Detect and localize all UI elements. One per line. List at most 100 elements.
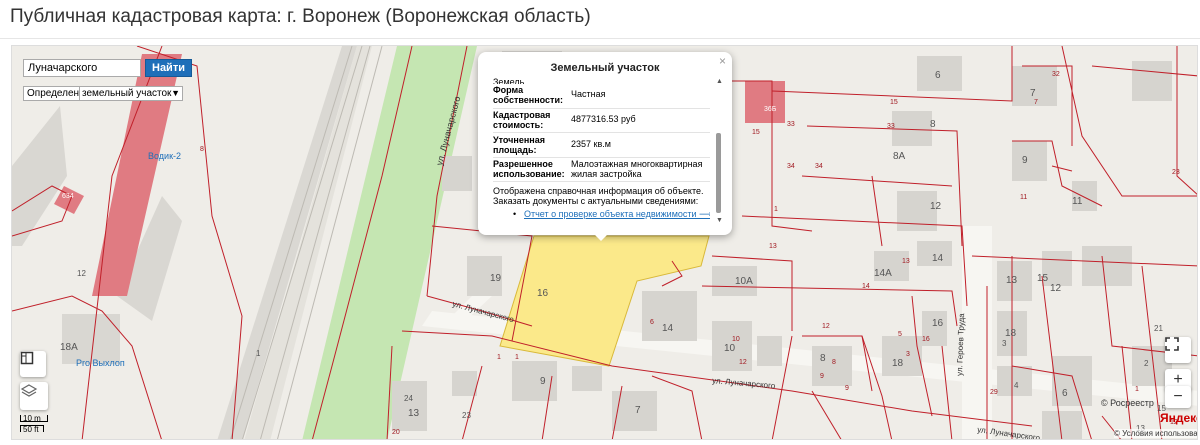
- svg-text:8: 8: [200, 146, 204, 153]
- svg-text:18: 18: [1005, 328, 1017, 339]
- svg-text:13: 13: [1006, 275, 1018, 286]
- svg-text:16: 16: [932, 318, 944, 329]
- layers-icon: [20, 384, 38, 397]
- svg-text:10A: 10A: [735, 276, 753, 287]
- svg-text:15: 15: [752, 129, 760, 136]
- svg-text:33: 33: [887, 123, 895, 130]
- svg-text:2: 2: [1144, 359, 1149, 368]
- popup-pointer: [594, 234, 608, 241]
- svg-text:20: 20: [392, 429, 400, 436]
- ruler-icon: [20, 351, 34, 365]
- svg-text:33: 33: [787, 121, 795, 128]
- svg-text:16: 16: [537, 288, 549, 299]
- svg-text:18A: 18A: [60, 342, 78, 353]
- svg-text:14A: 14A: [874, 268, 892, 279]
- search-input[interactable]: [23, 59, 141, 77]
- svg-text:3: 3: [906, 351, 910, 358]
- svg-text:1: 1: [497, 354, 501, 361]
- svg-text:34: 34: [787, 163, 795, 170]
- popup-row: Кадастровая стоимость: 4877316.53 руб: [493, 110, 710, 133]
- definition-select-value: земельный участок: [82, 88, 172, 99]
- terms-link[interactable]: © Условия использования: [1114, 429, 1197, 438]
- map-viewport[interactable]: ул. Луначарского ул. Луначарского ул. Лу…: [11, 45, 1198, 440]
- svg-text:8A: 8A: [893, 151, 906, 162]
- definition-select[interactable]: земельный участок ▼: [79, 86, 183, 101]
- svg-text:1: 1: [774, 206, 778, 213]
- scale-imperial: 50 ft: [20, 425, 44, 434]
- svg-text:15: 15: [890, 99, 898, 106]
- svg-text:13: 13: [408, 408, 420, 419]
- scrollbar-thumb[interactable]: [716, 133, 721, 213]
- svg-text:6: 6: [935, 70, 941, 81]
- svg-text:1: 1: [256, 349, 261, 358]
- svg-text:12: 12: [930, 201, 942, 212]
- svg-text:8: 8: [832, 359, 836, 366]
- search-button[interactable]: Найти: [145, 59, 192, 77]
- popup-title: Земельный участок: [550, 62, 660, 74]
- page-title: Публичная кадастровая карта: г. Воронеж …: [10, 6, 591, 27]
- poi-label: Pro Выхлоп: [76, 358, 125, 368]
- svg-text:29: 29: [990, 389, 998, 396]
- report-link[interactable]: Отчет о проверке объекта недвижимости ⟶: [524, 209, 710, 220]
- svg-text:1: 1: [515, 354, 519, 361]
- svg-text:24: 24: [404, 394, 413, 403]
- popup-cut-label: Земель: [493, 78, 525, 84]
- svg-text:9: 9: [1022, 155, 1028, 166]
- scale-metric: 10 m: [20, 415, 48, 423]
- svg-text:34: 34: [815, 163, 823, 170]
- svg-text:6: 6: [1062, 388, 1068, 399]
- fullscreen-button[interactable]: [1165, 337, 1191, 363]
- svg-text:6: 6: [650, 319, 654, 326]
- svg-text:1: 1: [1135, 386, 1139, 393]
- yandex-logo[interactable]: Яндекс: [1160, 411, 1197, 425]
- svg-text:16: 16: [922, 336, 930, 343]
- svg-text:4: 4: [1014, 381, 1019, 390]
- svg-text:13: 13: [769, 243, 777, 250]
- chevron-down-icon: ▼: [171, 88, 180, 98]
- scroll-down-icon[interactable]: ▼: [716, 217, 723, 224]
- svg-text:21: 21: [1154, 324, 1163, 333]
- svg-text:634: 634: [62, 193, 74, 200]
- popup-note: Отображена справочная информация об объе…: [493, 186, 704, 206]
- svg-text:9: 9: [540, 376, 546, 387]
- poi-label: Водик-2: [148, 151, 181, 161]
- popup-row: Уточненная площадь: 2357 кв.м: [493, 135, 710, 158]
- svg-text:8: 8: [820, 353, 826, 364]
- svg-text:10: 10: [732, 336, 740, 343]
- svg-text:15: 15: [1037, 273, 1049, 284]
- svg-text:9: 9: [820, 373, 824, 380]
- svg-text:14: 14: [932, 253, 944, 264]
- popup-body[interactable]: Земель Форма собственности: Частная Када…: [488, 78, 710, 224]
- zoom-out-icon: −: [1173, 388, 1183, 405]
- svg-text:32: 32: [1052, 71, 1060, 78]
- svg-text:7: 7: [1030, 88, 1036, 99]
- svg-text:19: 19: [490, 273, 502, 284]
- svg-text:5: 5: [898, 331, 902, 338]
- rosreestr-copyright: © Росреестр: [1101, 398, 1154, 408]
- fullscreen-icon: [1165, 337, 1179, 351]
- svg-text:7: 7: [635, 405, 641, 416]
- scroll-up-icon[interactable]: ▲: [716, 78, 723, 85]
- close-icon[interactable]: ×: [719, 54, 726, 68]
- zoom-out-button[interactable]: −: [1165, 386, 1191, 408]
- svg-text:14: 14: [862, 283, 870, 290]
- svg-text:12: 12: [1050, 283, 1062, 294]
- svg-text:18: 18: [892, 358, 904, 369]
- svg-text:11: 11: [1020, 194, 1027, 201]
- svg-text:7: 7: [1034, 99, 1038, 106]
- svg-text:14: 14: [662, 323, 674, 334]
- svg-text:10: 10: [724, 343, 736, 354]
- popup-row: Разрешенное использование: Малоэтажная м…: [493, 159, 710, 182]
- svg-text:13: 13: [902, 258, 910, 265]
- popup-scrollbar[interactable]: ▲ ▼: [714, 78, 724, 224]
- ruler-button[interactable]: [20, 351, 46, 377]
- parcel-popup: Земельный участок × Земель Форма собстве…: [478, 52, 732, 235]
- bullet-icon: •: [513, 209, 517, 219]
- svg-text:12: 12: [77, 269, 86, 278]
- svg-text:11: 11: [1072, 196, 1083, 207]
- svg-text:3: 3: [1002, 339, 1007, 348]
- svg-text:23: 23: [462, 411, 471, 420]
- svg-text:8: 8: [930, 119, 936, 130]
- svg-text:9: 9: [845, 385, 849, 392]
- layers-button[interactable]: [20, 382, 48, 410]
